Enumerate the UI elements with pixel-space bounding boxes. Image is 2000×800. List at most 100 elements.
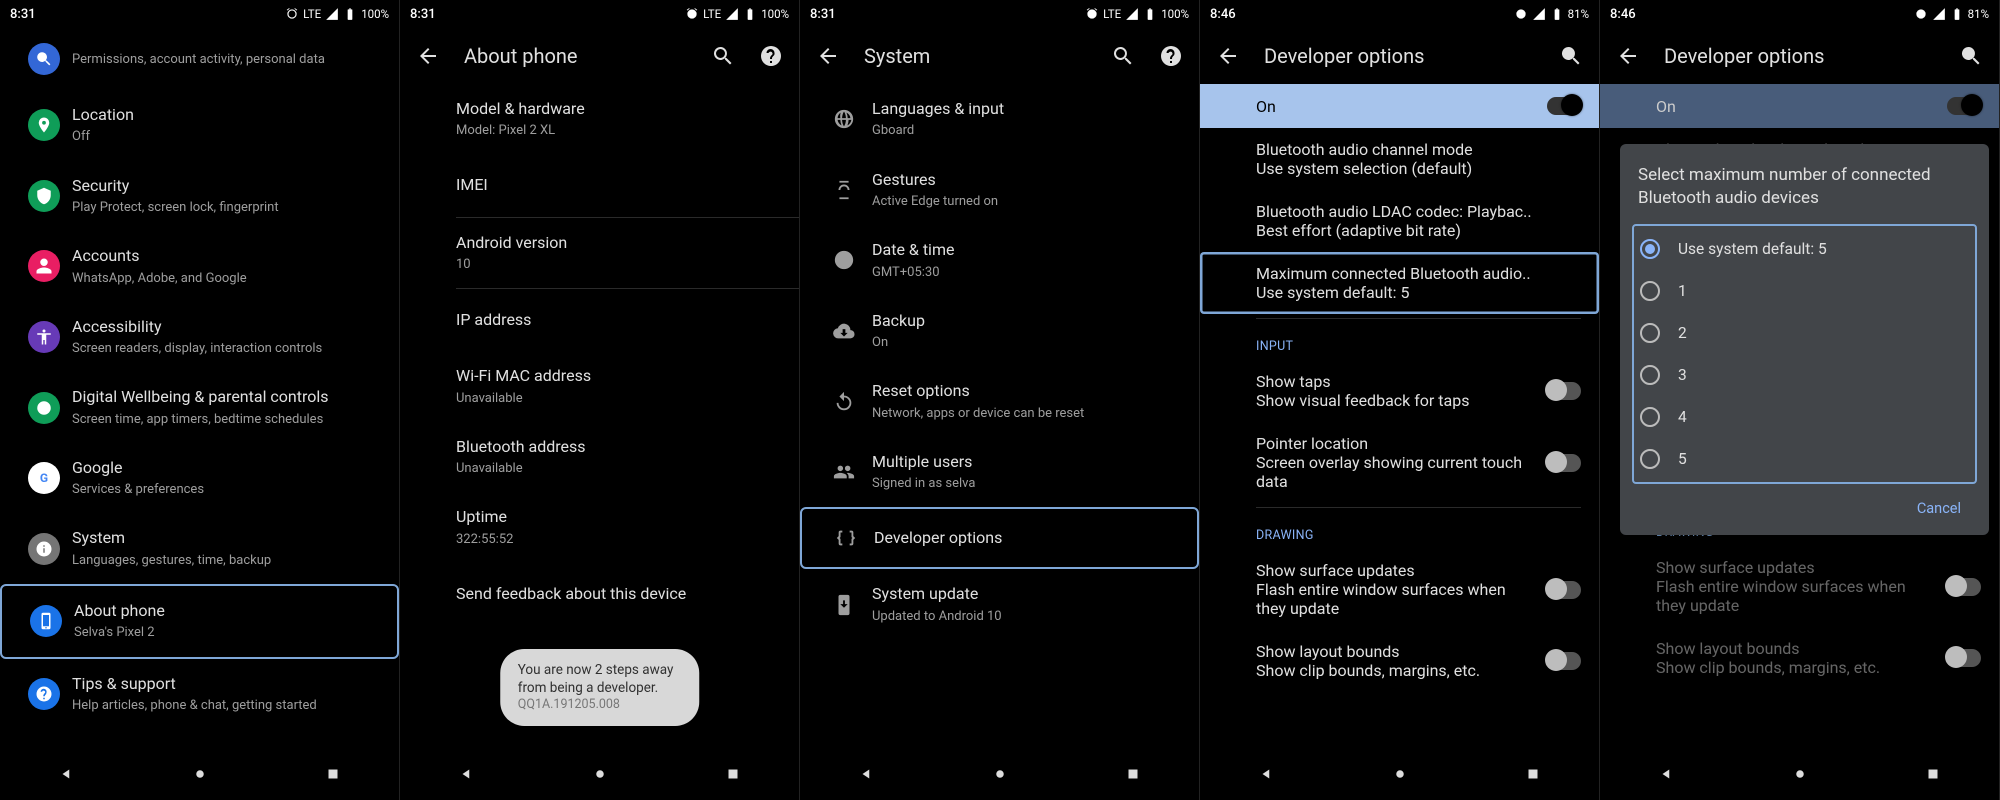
panel-developer-options: 8:46 81% Developer options On Bluetooth … — [1200, 0, 1600, 800]
nav-recent-icon[interactable] — [1524, 765, 1542, 787]
dev-item[interactable]: Maximum connected Bluetooth audio..Use s… — [1200, 252, 1599, 314]
radio-option[interactable]: 4 — [1638, 396, 1971, 438]
radio-option[interactable]: 1 — [1638, 270, 1971, 312]
radio-icon[interactable] — [1640, 323, 1660, 343]
location-icon — [28, 109, 60, 141]
nav-recent-icon[interactable] — [724, 765, 742, 787]
alarm-icon — [1085, 7, 1099, 21]
search-button[interactable] — [1111, 44, 1135, 68]
radio-icon[interactable] — [1640, 281, 1660, 301]
system-item[interactable]: Languages & inputGboard — [800, 84, 1199, 155]
settings-item[interactable]: GGoogleServices & preferences — [0, 443, 399, 514]
settings-item[interactable]: Digital Wellbeing & parental controlsScr… — [0, 372, 399, 443]
system-item[interactable]: System updateUpdated to Android 10 — [800, 569, 1199, 640]
back-button[interactable] — [816, 44, 840, 68]
nav-home-icon[interactable] — [191, 765, 209, 787]
nav-home-icon[interactable] — [591, 765, 609, 787]
toggle[interactable] — [1547, 454, 1581, 472]
system-item[interactable]: GesturesActive Edge turned on — [800, 155, 1199, 226]
search-button[interactable] — [1559, 44, 1583, 68]
settings-item[interactable]: AccessibilityScreen readers, display, in… — [0, 302, 399, 373]
about-item[interactable]: IMEI — [400, 155, 799, 217]
nav-recent-icon[interactable] — [1124, 765, 1142, 787]
nav-back-icon[interactable] — [858, 765, 876, 787]
system-item[interactable]: Reset optionsNetwork, apps or device can… — [800, 366, 1199, 437]
radio-option[interactable]: 3 — [1638, 354, 1971, 396]
radio-option[interactable]: 2 — [1638, 312, 1971, 354]
radio-icon[interactable] — [1640, 449, 1660, 469]
backup-icon — [816, 320, 872, 342]
nav-recent-icon[interactable] — [324, 765, 342, 787]
settings-item[interactable]: SecurityPlay Protect, screen lock, finge… — [0, 161, 399, 232]
svg-text:G: G — [40, 471, 48, 485]
nav-home-icon[interactable] — [1791, 765, 1809, 787]
search-button[interactable] — [1959, 44, 1983, 68]
account-icon — [28, 250, 60, 282]
back-button[interactable] — [1616, 44, 1640, 68]
master-toggle-row[interactable]: On — [1200, 84, 1599, 128]
about-item[interactable]: Uptime322:55:52 — [400, 492, 799, 563]
system-item[interactable]: Multiple usersSigned in as selva — [800, 437, 1199, 508]
nav-recent-icon[interactable] — [1924, 765, 1942, 787]
panel-about-phone: 8:31 LTE 100% About phone Model & hardwa… — [400, 0, 800, 800]
about-item[interactable]: IP address — [400, 289, 799, 351]
master-toggle — [1947, 97, 1981, 115]
about-item[interactable]: Model & hardwareModel: Pixel 2 XL — [400, 84, 799, 155]
nav-back-icon[interactable] — [58, 765, 76, 787]
nav-back-icon[interactable] — [1658, 765, 1676, 787]
about-item[interactable]: Bluetooth addressUnavailable — [400, 422, 799, 493]
page-title: System — [864, 44, 1087, 68]
about-item[interactable]: Android version10 — [400, 218, 799, 289]
dev-item[interactable]: Show surface updatesFlash entire window … — [1200, 549, 1599, 630]
master-toggle-row: On — [1600, 84, 1999, 128]
users-icon — [816, 461, 872, 483]
settings-item[interactable]: About phoneSelva's Pixel 2 — [0, 584, 399, 659]
settings-item[interactable]: SystemLanguages, gestures, time, backup — [0, 513, 399, 584]
reset-icon — [816, 391, 872, 413]
dev-item[interactable]: Bluetooth audio channel modeUse system s… — [1200, 128, 1599, 190]
dev-list[interactable]: Bluetooth audio channel modeUse system s… — [1200, 128, 1599, 752]
help-button[interactable] — [1159, 44, 1183, 68]
system-list[interactable]: Languages & inputGboardGesturesActive Ed… — [800, 84, 1199, 752]
nav-home-icon[interactable] — [991, 765, 1009, 787]
nav-back-icon[interactable] — [458, 765, 476, 787]
cancel-button[interactable]: Cancel — [1907, 492, 1971, 525]
google-icon: G — [28, 462, 60, 494]
settings-item[interactable]: LocationOff — [0, 90, 399, 161]
system-item[interactable]: Developer options — [800, 507, 1199, 569]
bt-max-dialog: Select maximum number of connected Bluet… — [1620, 144, 1989, 535]
help-button[interactable] — [759, 44, 783, 68]
settings-item[interactable]: AccountsWhatsApp, Adobe, and Google — [0, 231, 399, 302]
radio-option[interactable]: 5 — [1638, 438, 1971, 480]
radio-icon[interactable] — [1640, 239, 1660, 259]
toggle[interactable] — [1547, 382, 1581, 400]
back-button[interactable] — [416, 44, 440, 68]
dev-item[interactable]: Show layout boundsShow clip bounds, marg… — [1200, 630, 1599, 692]
settings-item[interactable]: Tips & supportHelp articles, phone & cha… — [0, 659, 399, 730]
dev-item[interactable]: Bluetooth audio LDAC codec: Playbac..Bes… — [1200, 190, 1599, 252]
search-button[interactable] — [711, 44, 735, 68]
on-label: On — [1256, 97, 1276, 116]
toggle[interactable] — [1547, 652, 1581, 670]
settings-item[interactable]: Permissions, account activity, personal … — [0, 28, 399, 90]
dev-item[interactable]: Show tapsShow visual feedback for taps — [1200, 360, 1599, 422]
alarm-icon — [285, 7, 299, 21]
radio-icon[interactable] — [1640, 365, 1660, 385]
radio-group: Use system default: 512345 — [1632, 224, 1977, 484]
update-icon — [816, 594, 872, 616]
about-item[interactable]: Send feedback about this device — [400, 563, 799, 625]
nav-back-icon[interactable] — [1258, 765, 1276, 787]
toggle[interactable] — [1547, 581, 1581, 599]
radio-option[interactable]: Use system default: 5 — [1638, 228, 1971, 270]
back-button[interactable] — [1216, 44, 1240, 68]
settings-list[interactable]: Permissions, account activity, personal … — [0, 28, 399, 752]
master-toggle[interactable] — [1547, 97, 1581, 115]
radio-icon[interactable] — [1640, 407, 1660, 427]
nav-home-icon[interactable] — [1391, 765, 1409, 787]
system-item[interactable]: BackupOn — [800, 296, 1199, 367]
dialog-actions: Cancel — [1638, 484, 1971, 525]
dev-item[interactable]: Pointer locationScreen overlay showing c… — [1200, 422, 1599, 503]
about-item[interactable]: Wi-Fi MAC addressUnavailable — [400, 351, 799, 422]
header: Developer options — [1200, 28, 1599, 84]
system-item[interactable]: Date & timeGMT+05:30 — [800, 225, 1199, 296]
